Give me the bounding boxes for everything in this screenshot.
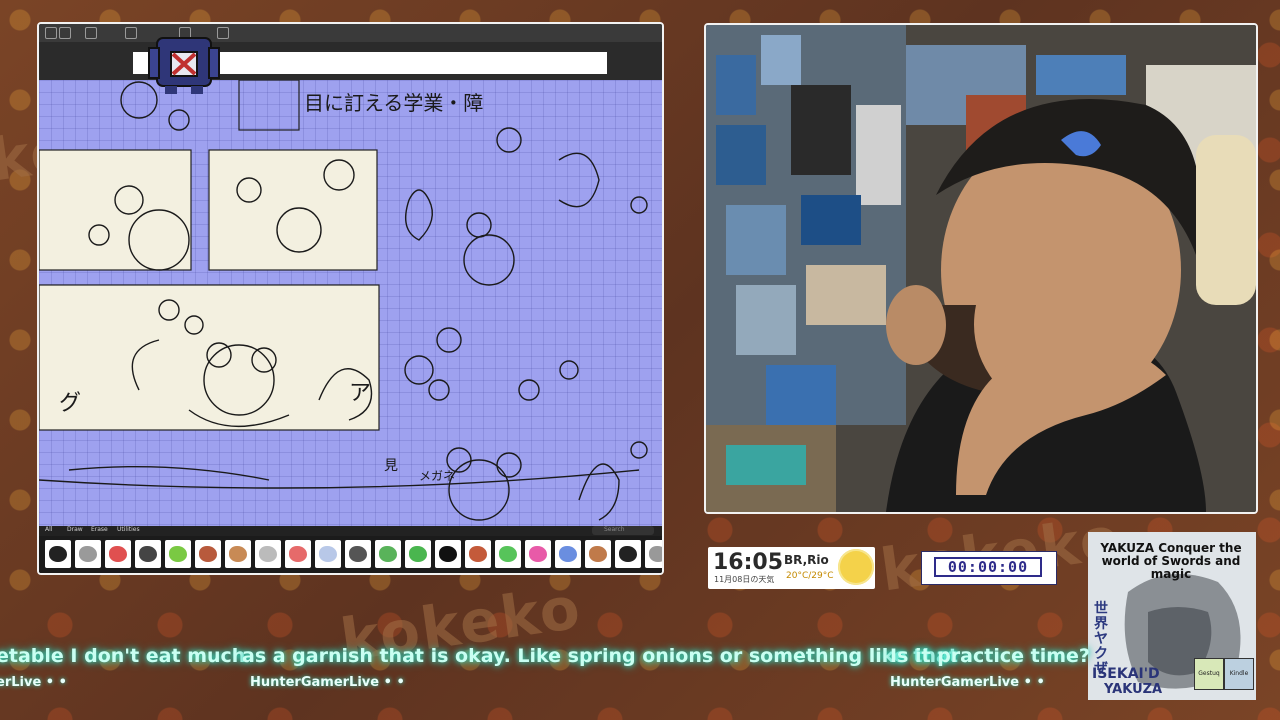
brush-stroke-icon xyxy=(109,546,127,562)
brush-preset[interactable] xyxy=(585,540,611,568)
drawing-app-window[interactable]: 目に訂える学業・障 グ ア メガネ 見 All Draw Erase Utili… xyxy=(37,22,664,575)
clock-time: 16:05 xyxy=(713,550,784,575)
tab-erase[interactable]: Erase xyxy=(91,526,108,533)
brush-preset[interactable] xyxy=(285,540,311,568)
brush-preset[interactable] xyxy=(105,540,131,568)
sun-icon xyxy=(838,549,874,585)
brush-preset[interactable] xyxy=(615,540,641,568)
sketch-drawing: 目に訂える学業・障 グ ア メガネ 見 xyxy=(39,80,648,521)
chat-username: erLive • • xyxy=(0,675,67,690)
brush-stroke-icon xyxy=(469,546,487,562)
webcam-feed xyxy=(704,23,1258,514)
canvas-note-text: 目に訂える学業・障 xyxy=(304,91,483,115)
brush-stroke-icon xyxy=(319,546,337,562)
brush-stroke-icon xyxy=(229,546,247,562)
book-title: YAKUZA Conquer the world of Swords and m… xyxy=(1100,541,1242,581)
layers-icon[interactable] xyxy=(85,27,97,39)
brush-stroke-icon xyxy=(79,546,97,562)
brush-preset[interactable] xyxy=(135,540,161,568)
book-logo-line1: ISEKAI'D xyxy=(1092,666,1160,682)
brush-search-input[interactable]: Search xyxy=(592,526,654,535)
brush-preset[interactable] xyxy=(525,540,551,568)
brush-stroke-icon xyxy=(529,546,547,562)
menu-icon[interactable] xyxy=(45,27,57,39)
book-cover-ad: YAKUZA Conquer the world of Swords and m… xyxy=(1088,532,1256,700)
brush-preset[interactable] xyxy=(645,540,662,568)
brush-stroke-icon xyxy=(379,546,397,562)
brush-preset[interactable] xyxy=(465,540,491,568)
brush-preset[interactable] xyxy=(45,540,71,568)
app-toolbar xyxy=(39,24,662,42)
brush-preset[interactable] xyxy=(225,540,251,568)
book-logo-line2: YAKUZA xyxy=(1104,682,1163,697)
stream-timer: 00:00:00 xyxy=(921,551,1057,585)
brush-stroke-icon xyxy=(49,546,67,562)
brush-stroke-icon xyxy=(289,546,307,562)
timer-value: 00:00:00 xyxy=(934,557,1042,577)
brush-stroke-icon xyxy=(559,546,577,562)
brush-stroke-icon xyxy=(499,546,517,562)
brush-stroke-icon xyxy=(139,546,157,562)
brush-stroke-icon xyxy=(589,546,607,562)
chat-username: HunterGamerLive • • xyxy=(250,675,405,690)
clock-date: 11月08日の天気 xyxy=(714,575,775,584)
brush-preset[interactable] xyxy=(405,540,431,568)
tab-utilities[interactable]: Utilities xyxy=(117,526,140,533)
brush-stroke-icon xyxy=(259,546,277,562)
kindle-badge: Kindle xyxy=(1224,658,1254,690)
brush-palette xyxy=(39,536,662,573)
canvas-note-text: 見 xyxy=(384,458,398,474)
brush-stroke-icon xyxy=(199,546,217,562)
brush-stroke-icon xyxy=(409,546,427,562)
robot-mascot-icon xyxy=(148,37,220,94)
brush-preset[interactable] xyxy=(195,540,221,568)
brush-preset[interactable] xyxy=(165,540,191,568)
chat-message: etable I don't eat much xyxy=(0,645,246,667)
clock-weather-widget: 16:05 BR,Rio 11月08日の天気 20°C/29°C xyxy=(708,547,875,589)
chat-username: HunterGamerLive • • xyxy=(890,675,1045,690)
brush-preset[interactable] xyxy=(345,540,371,568)
brush-stroke-icon xyxy=(349,546,367,562)
brush-stroke-icon xyxy=(169,546,187,562)
undo-icon[interactable] xyxy=(59,27,71,39)
brush-preset[interactable] xyxy=(495,540,521,568)
brush-preset[interactable] xyxy=(315,540,341,568)
brush-preset[interactable] xyxy=(375,540,401,568)
brush-stroke-icon xyxy=(619,546,637,562)
select-icon[interactable] xyxy=(125,27,137,39)
brush-stroke-icon xyxy=(439,546,457,562)
clock-temperature: 20°C/29°C xyxy=(786,571,834,581)
gestuq-badge: Gestuq xyxy=(1194,658,1224,690)
webcam-image xyxy=(706,25,1256,512)
tab-draw[interactable]: Draw xyxy=(67,526,83,533)
canvas-note-text: メガネ xyxy=(419,469,455,483)
chat-message: as a garnish that is okay. Like spring o… xyxy=(242,645,958,667)
canvas-note-text: ア xyxy=(349,381,371,406)
brush-category-tabs: All Draw Erase Utilities Search xyxy=(39,526,662,536)
clock-location: BR,Rio xyxy=(784,553,829,567)
brush-preset[interactable] xyxy=(255,540,281,568)
chat-message: Is it practice time? xyxy=(890,645,1090,667)
brush-stroke-icon xyxy=(649,546,662,562)
brush-preset[interactable] xyxy=(435,540,461,568)
brush-preset[interactable] xyxy=(555,540,581,568)
brush-preset[interactable] xyxy=(75,540,101,568)
drawing-canvas[interactable]: 目に訂える学業・障 グ ア メガネ 見 xyxy=(39,80,662,530)
canvas-note-text: グ xyxy=(59,391,81,416)
tab-all[interactable]: All xyxy=(45,526,52,533)
